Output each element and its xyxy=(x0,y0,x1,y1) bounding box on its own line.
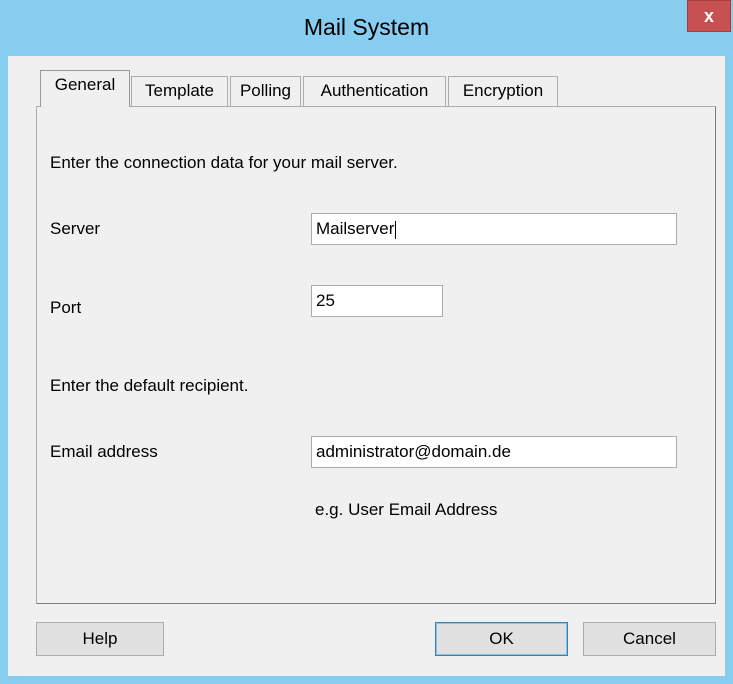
email-address-input-value: administrator@domain.de xyxy=(316,442,511,461)
general-tab-panel: Enter the connection data for your mail … xyxy=(36,106,716,604)
tab-encryption[interactable]: Encryption xyxy=(448,76,558,106)
email-address-input[interactable]: administrator@domain.de xyxy=(311,436,677,468)
tab-template[interactable]: Template xyxy=(131,76,228,106)
help-button[interactable]: Help xyxy=(36,622,164,656)
tab-general-label: General xyxy=(54,75,116,94)
cancel-button[interactable]: Cancel xyxy=(583,622,716,656)
dialog-window: Mail System x General Template Polling A… xyxy=(0,0,733,684)
tab-authentication-label: Authentication xyxy=(320,81,429,100)
server-input-value: Mailserver xyxy=(316,219,395,238)
email-address-label: Email address xyxy=(50,442,158,461)
text-caret xyxy=(395,220,397,239)
server-label: Server xyxy=(50,219,101,238)
tab-authentication[interactable]: Authentication xyxy=(303,76,446,106)
port-input[interactable]: 25 xyxy=(311,285,443,317)
tab-polling-label: Polling xyxy=(239,81,292,100)
port-input-value: 25 xyxy=(316,291,335,310)
ok-button-label: OK xyxy=(489,629,514,648)
tab-polling[interactable]: Polling xyxy=(230,76,301,106)
close-icon: x xyxy=(703,6,714,26)
port-label: Port xyxy=(50,298,82,317)
tab-general[interactable]: General xyxy=(40,70,130,107)
server-input[interactable]: Mailserver xyxy=(311,213,677,245)
tab-template-label: Template xyxy=(145,81,214,100)
tab-encryption-label: Encryption xyxy=(462,81,544,100)
close-button[interactable]: x xyxy=(687,0,731,32)
recipient-intro-text: Enter the default recipient. xyxy=(50,376,249,395)
cancel-button-label: Cancel xyxy=(623,629,676,648)
connection-intro-text: Enter the connection data for your mail … xyxy=(50,153,398,172)
ok-button[interactable]: OK xyxy=(435,622,568,656)
title-bar[interactable]: Mail System x xyxy=(0,0,733,56)
window-title: Mail System xyxy=(303,14,430,40)
help-button-label: Help xyxy=(82,629,118,648)
email-hint-text: e.g. User Email Address xyxy=(315,500,498,519)
